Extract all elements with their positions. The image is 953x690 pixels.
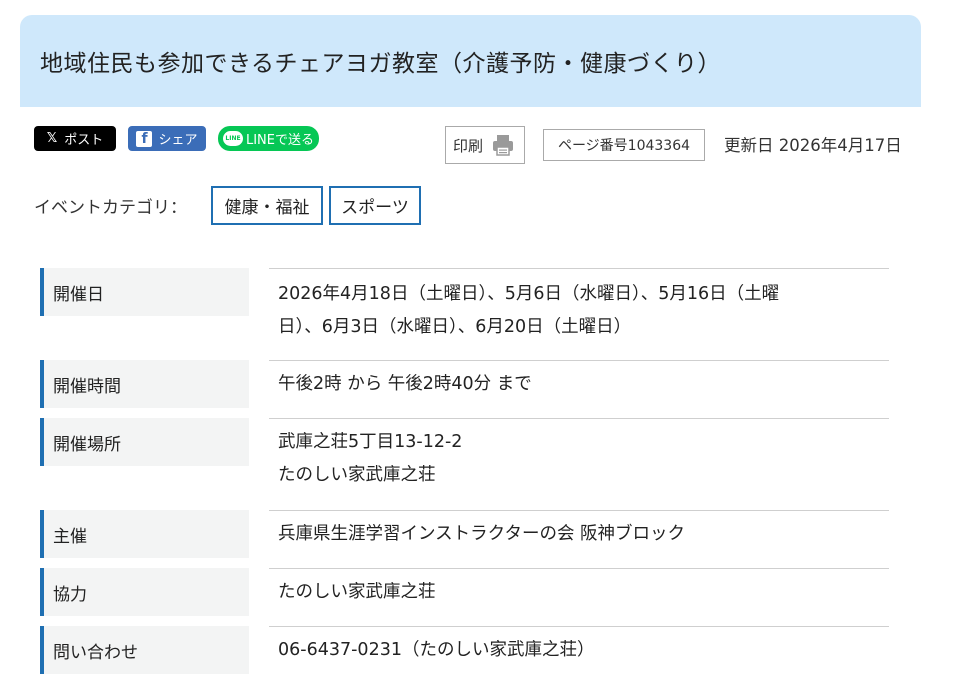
table-divider xyxy=(269,418,889,419)
category-tag-health-welfare[interactable]: 健康・福祉 xyxy=(211,186,323,225)
place-value: 武庫之荘5丁目13-12-2 たのしい家武庫之荘 xyxy=(278,426,878,492)
event-category-label: イベントカテゴリ： xyxy=(34,198,187,218)
page-title-box: 地域住民も参加できるチェアヨガ教室（介護予防・健康づくり） xyxy=(20,15,921,107)
host-label: 主催 xyxy=(40,510,249,558)
host-value: 兵庫県生涯学習インストラクターの会 阪神ブロック xyxy=(278,524,686,544)
page-title: 地域住民も参加できるチェアヨガ教室（介護予防・健康づくり） xyxy=(40,51,722,77)
share-facebook-button[interactable]: f シェア xyxy=(128,126,206,151)
place-label: 開催場所 xyxy=(40,418,249,466)
table-divider xyxy=(269,510,889,511)
printer-icon xyxy=(493,135,513,156)
cooperation-value: たのしい家武庫之荘 xyxy=(278,582,436,602)
table-divider xyxy=(269,568,889,569)
date-label: 開催日 xyxy=(40,268,249,316)
share-x-button[interactable]: 𝕏 ポスト xyxy=(34,126,116,151)
time-label: 開催時間 xyxy=(40,360,249,408)
line-logo-icon: LINE xyxy=(222,131,243,146)
contact-value: 06-6437-0231（たのしい家武庫之荘） xyxy=(278,640,595,660)
facebook-logo-icon: f xyxy=(136,130,153,147)
updated-date: 更新日 2026年4月17日 xyxy=(724,136,902,155)
place-address: 武庫之荘5丁目13-12-2 xyxy=(278,432,463,452)
contact-label: 問い合わせ xyxy=(40,626,249,674)
print-label: 印刷 xyxy=(453,136,484,155)
share-line-button[interactable]: LINE LINEで送る xyxy=(218,126,319,151)
cooperation-label: 協力 xyxy=(40,568,249,616)
time-value: 午後2時 から 午後2時40分 まで xyxy=(278,374,532,394)
place-facility: たのしい家武庫之荘 xyxy=(278,465,436,485)
category-tag-sports[interactable]: スポーツ xyxy=(329,186,421,225)
table-divider xyxy=(269,360,889,361)
share-x-label: ポスト xyxy=(64,133,104,148)
page-number: ページ番号1043364 xyxy=(543,129,705,161)
date-value-line-1: 2026年4月18日（土曜日）、5月6日（水曜日）、5月16日（土曜 xyxy=(278,284,780,304)
date-value: 2026年4月18日（土曜日）、5月6日（水曜日）、5月16日（土曜 日）、6月… xyxy=(278,278,878,344)
date-value-line-2: 日）、6月3日（水曜日）、6月20日（土曜日） xyxy=(278,317,632,337)
table-divider xyxy=(269,626,889,627)
share-line-label: LINEで送る xyxy=(245,133,314,148)
share-facebook-label: シェア xyxy=(158,133,198,148)
x-logo-icon: 𝕏 xyxy=(46,131,58,146)
print-button[interactable]: 印刷 xyxy=(445,126,525,164)
table-divider xyxy=(269,268,889,269)
